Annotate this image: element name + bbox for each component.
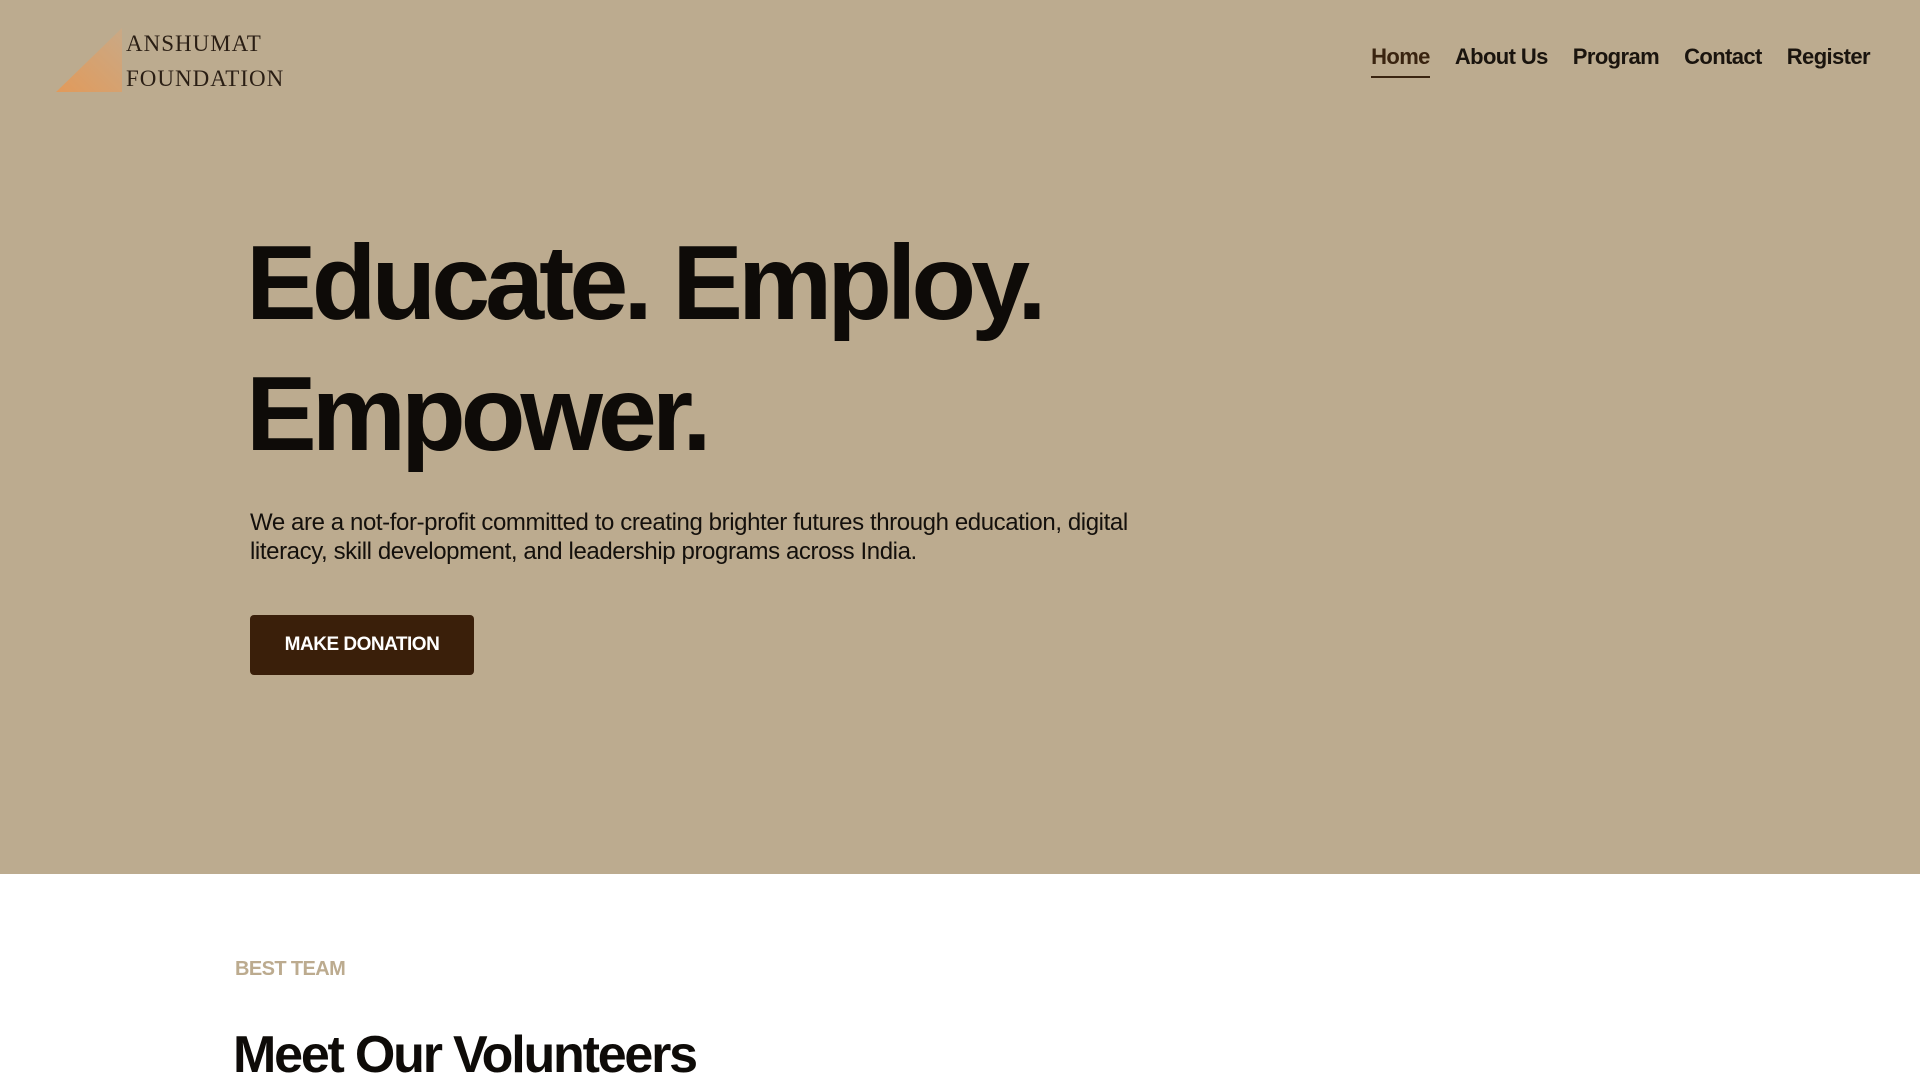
nav-contact[interactable]: Contact	[1684, 44, 1762, 78]
brand-name-line-1: ANSHUMAT	[126, 31, 262, 56]
site-logo[interactable]: ANSHUMAT FOUNDATION	[56, 26, 296, 96]
brand-name-line-2: FOUNDATION	[126, 66, 285, 91]
hero-headline: Educate. Employ. Empower.	[246, 218, 1047, 480]
logo-triangle-icon	[56, 28, 122, 92]
nav-home[interactable]: Home	[1371, 44, 1430, 78]
make-donation-button[interactable]: MAKE DONATION	[250, 615, 474, 675]
nav-program[interactable]: Program	[1573, 44, 1660, 78]
hero-section: ANSHUMAT FOUNDATION Home About Us Progra…	[0, 0, 1920, 874]
team-eyebrow: BEST TEAM	[235, 958, 346, 980]
nav-register[interactable]: Register	[1787, 44, 1871, 78]
brand-name: ANSHUMAT FOUNDATION	[126, 26, 284, 96]
nav-about-us[interactable]: About Us	[1455, 44, 1549, 78]
hero-description: We are a not-for-profit committed to cre…	[250, 509, 1128, 565]
hero-headline-line-1: Educate. Employ.	[246, 224, 1047, 342]
hero-headline-line-2: Empower.	[246, 355, 712, 473]
main-nav: Home About Us Program Contact Register	[1371, 44, 1871, 78]
team-section-title: Meet Our Volunteers	[233, 1026, 698, 1080]
